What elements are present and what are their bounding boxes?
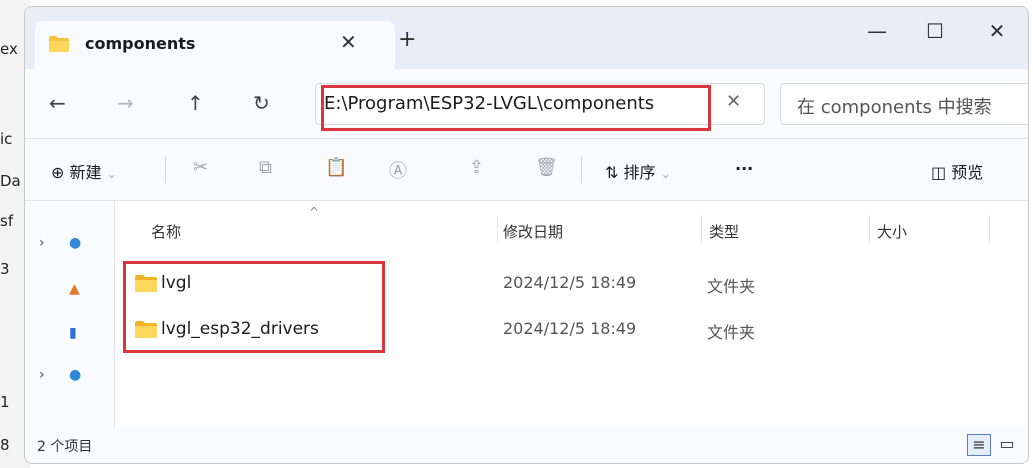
bg-fragment: 8 (0, 436, 10, 454)
column-header-type[interactable]: 类型 (709, 221, 739, 242)
file-type: 文件夹 (707, 323, 756, 342)
preview-button[interactable]: ◫ 预览 (931, 159, 983, 183)
back-icon[interactable]: ← (49, 91, 66, 115)
item-count: 2 个项目 (37, 439, 93, 455)
bg-fragment: sf (0, 212, 14, 230)
new-button[interactable]: ⊕ 新建 ⌄ (51, 159, 117, 183)
column-header-name[interactable]: 名称 (151, 221, 181, 242)
navigation-bar: ← → ↑ ↻ E:\Program\ESP32-LVGL\components… (25, 69, 1028, 139)
column-header-size[interactable]: 大小 (877, 221, 907, 242)
minimize-icon[interactable]: — (857, 19, 897, 43)
column-divider[interactable] (497, 215, 498, 243)
toolbar-divider (581, 157, 582, 183)
sort-icon: ⇅ (605, 163, 619, 182)
add-icon: ⊕ (51, 163, 65, 182)
tab-close-icon[interactable]: ✕ (340, 30, 357, 54)
title-bar: components ✕ + — ☐ ✕ (25, 7, 1028, 69)
file-date: 2024/12/5 18:49 (503, 273, 637, 292)
home-icon[interactable]: ▲ (69, 281, 80, 297)
bg-fragment: ex (0, 40, 18, 58)
cut-icon[interactable]: ✂ (193, 157, 208, 178)
delete-icon[interactable]: 🗑 (535, 157, 558, 178)
file-list: ^ 名称 修改日期 类型 大小 lvgl 2024/12/5 18:49 文件夹… (115, 201, 1028, 426)
forward-icon[interactable]: → (117, 91, 134, 115)
annotation-box-folders (123, 261, 385, 353)
tiles-view-icon[interactable]: ▭ (995, 434, 1019, 456)
bg-fragment: Da (0, 172, 21, 190)
command-bar: ⊕ 新建 ⌄ ✂ ⧉ 📋 Ⓐ ⇪ 🗑 ⇅ 排序 ⌄ ··· ◫ 预览 (25, 139, 1028, 201)
paste-icon[interactable]: 📋 (325, 157, 347, 178)
file-date: 2024/12/5 18:49 (503, 319, 637, 338)
status-bar: 2 个项目 ≡ ▭ (25, 426, 1028, 463)
copy-icon[interactable]: ⧉ (259, 157, 272, 178)
column-header-date[interactable]: 修改日期 (503, 221, 563, 242)
folder-icon (49, 36, 69, 52)
refresh-icon[interactable]: ↻ (253, 91, 270, 115)
nav-item-icon[interactable]: ● (69, 235, 81, 251)
sort-label: 排序 (623, 163, 656, 182)
bg-fragment: 3 (0, 260, 10, 278)
address-clear-icon[interactable]: ✕ (726, 91, 741, 112)
close-window-icon[interactable]: ✕ (977, 19, 1017, 43)
details-view-icon[interactable]: ≡ (967, 434, 991, 456)
maximize-icon[interactable]: ☐ (915, 19, 955, 43)
up-icon[interactable]: ↑ (187, 91, 204, 115)
column-divider[interactable] (989, 215, 990, 243)
tab-components[interactable]: components ✕ (35, 21, 395, 69)
file-explorer-window: components ✕ + — ☐ ✕ ← → ↑ ↻ E:\Program\… (24, 6, 1029, 464)
gallery-icon[interactable]: ▮ (69, 325, 77, 341)
sort-indicator-icon: ^ (309, 205, 320, 219)
new-tab-icon[interactable]: + (398, 27, 416, 52)
file-type: 文件夹 (707, 277, 756, 296)
tab-title: components (85, 34, 196, 53)
rename-icon[interactable]: Ⓐ (389, 157, 407, 183)
navigation-pane: › ● ▲ ▮ › ● (25, 201, 115, 426)
preview-pane-icon: ◫ (931, 163, 947, 182)
more-options-icon[interactable]: ··· (735, 159, 753, 178)
share-icon[interactable]: ⇪ (469, 157, 484, 178)
search-box[interactable]: 在 components 中搜索 (780, 83, 1028, 125)
annotation-box-address (321, 85, 711, 131)
bg-fragment: 1 (0, 393, 10, 411)
nav-item-icon[interactable]: ● (69, 367, 81, 383)
expand-chevron-icon[interactable]: › (39, 367, 45, 383)
column-divider[interactable] (869, 215, 870, 243)
search-input[interactable]: 在 components 中搜索 (797, 93, 992, 119)
expand-chevron-icon[interactable]: › (39, 235, 45, 251)
preview-label: 预览 (951, 163, 984, 182)
column-divider[interactable] (701, 215, 702, 243)
toolbar-divider (165, 157, 166, 183)
bg-fragment: ic (0, 130, 13, 148)
new-label: 新建 (69, 163, 102, 182)
sort-button[interactable]: ⇅ 排序 ⌄ (605, 159, 671, 183)
